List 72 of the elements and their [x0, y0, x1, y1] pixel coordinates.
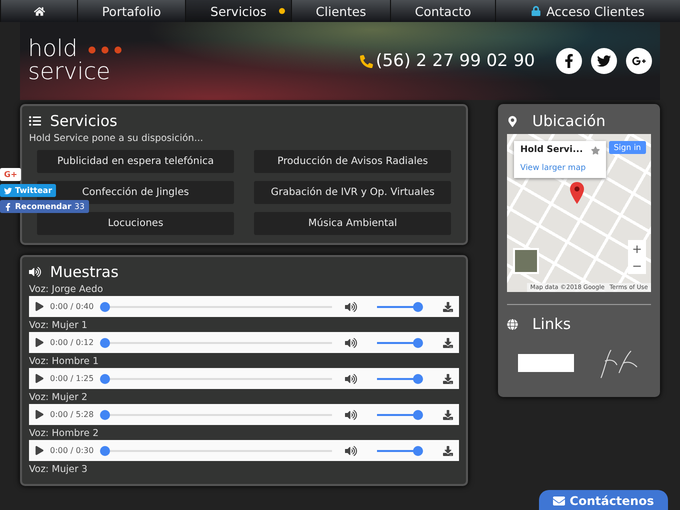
service-item[interactable]: Producción de Avisos Radiales [254, 150, 452, 173]
panel-title: Servicios [50, 112, 118, 130]
place-name: Hold Servi... [520, 145, 583, 155]
time-display: 0:00 / 0:30 [50, 446, 94, 455]
track-label: Voz: Mujer 3 [29, 464, 88, 475]
facebook-icon[interactable] [556, 48, 582, 74]
satellite-thumbnail[interactable] [513, 248, 540, 274]
time-display: 0:00 / 5:28 [50, 410, 94, 419]
logo[interactable]: hold service [28, 38, 122, 84]
time-display: 0:00 / 0:40 [50, 302, 94, 311]
track-label: Voz: Mujer 1 [29, 320, 88, 331]
volume-icon[interactable] [345, 408, 358, 420]
volume-thumb[interactable] [413, 338, 424, 348]
globe-icon [507, 318, 518, 330]
list-icon [29, 115, 41, 127]
download-icon[interactable] [443, 374, 454, 384]
play-icon[interactable] [35, 374, 44, 383]
google-plus-share-button[interactable]: G+ [0, 168, 22, 181]
intro-text: Hold Service pone a su disposición... [29, 133, 204, 144]
play-icon[interactable] [35, 302, 44, 311]
service-item[interactable]: Música Ambiental [254, 212, 452, 235]
time-display: 0:00 / 1:25 [50, 374, 94, 383]
like-button[interactable]: Recomendar 33 [0, 200, 89, 213]
volume-icon[interactable] [345, 336, 358, 348]
play-icon[interactable] [35, 338, 44, 347]
track-label: Voz: Mujer 2 [29, 392, 88, 403]
map-marker-icon [570, 182, 584, 204]
volume-thumb[interactable] [413, 302, 424, 312]
panel-title: Muestras [50, 263, 119, 281]
map-pin-icon [507, 116, 518, 126]
volume-thumb[interactable] [413, 374, 424, 384]
volume-thumb[interactable] [413, 410, 424, 420]
download-icon[interactable] [443, 410, 454, 420]
play-icon[interactable] [35, 410, 44, 419]
service-item[interactable]: Locuciones [37, 212, 234, 235]
seek-thumb[interactable] [100, 338, 110, 348]
view-larger-map-link[interactable]: View larger map [520, 163, 586, 172]
phone-icon [360, 54, 373, 68]
nav-tab[interactable]: Servicios [185, 0, 291, 22]
time-display: 0:00 / 0:12 [50, 338, 94, 347]
volume-icon[interactable] [345, 372, 358, 384]
download-icon[interactable] [443, 446, 454, 456]
download-icon[interactable] [443, 338, 454, 348]
track-label: Voz: Hombre 1 [29, 356, 100, 367]
lock-icon [531, 6, 542, 16]
phone-number: (56) 2 27 99 02 90 [360, 51, 535, 71]
panel-title: Ubicación [532, 112, 606, 130]
twitter-icon [4, 186, 12, 194]
home-icon [34, 6, 44, 16]
volume-icon[interactable] [345, 444, 358, 456]
facebook-icon [4, 202, 12, 210]
seek-thumb[interactable] [100, 374, 110, 384]
envelope-icon [552, 495, 565, 507]
track-label: Voz: Jorge Aedo [29, 284, 104, 295]
contact-button[interactable]: Contáctenos [538, 490, 668, 510]
seek-thumb[interactable] [100, 446, 110, 456]
twitter-icon[interactable] [591, 48, 617, 74]
play-icon[interactable] [35, 446, 44, 455]
active-dot [279, 8, 285, 14]
track-label: Voz: Hombre 2 [29, 428, 100, 439]
volume-icon[interactable] [345, 300, 358, 312]
service-item[interactable]: Grabación de IVR y Op. Virtuales [254, 181, 452, 204]
google-plus-icon[interactable] [626, 48, 652, 74]
seek-thumb[interactable] [100, 302, 110, 312]
seek-thumb[interactable] [100, 410, 110, 420]
panel-title: Links [532, 315, 571, 333]
speaker-icon [29, 266, 41, 278]
dots-icon [88, 46, 122, 54]
volume-thumb[interactable] [413, 446, 424, 456]
star-icon[interactable] [590, 146, 600, 154]
service-item[interactable]: Publicidad en espera telefónica [37, 150, 234, 173]
download-icon[interactable] [443, 302, 454, 312]
